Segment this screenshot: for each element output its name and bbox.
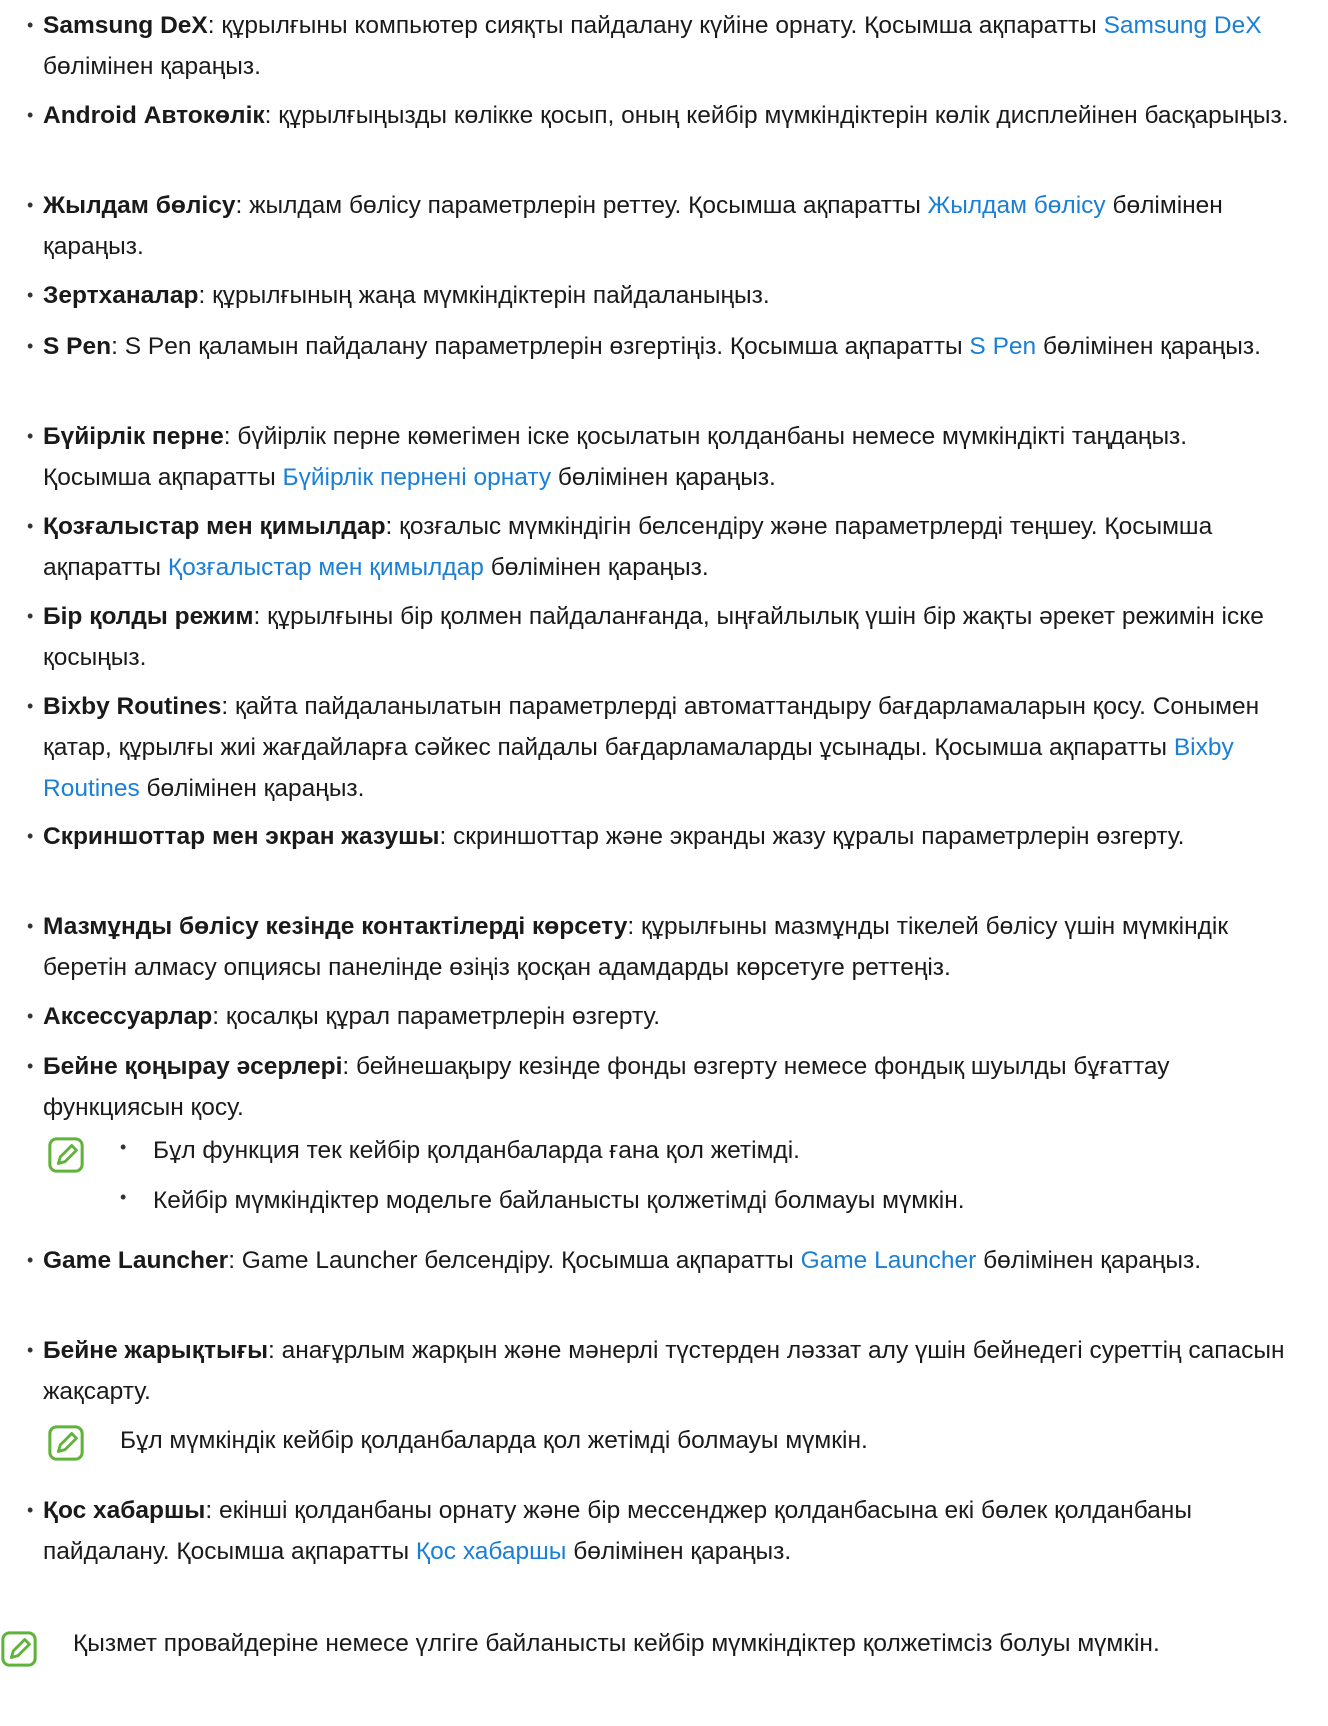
link-samsung-dex[interactable]: Samsung DeX — [1104, 12, 1262, 39]
list-item: • Game Launcher: Game Launcher белсендір… — [27, 1247, 1202, 1274]
link-s-pen[interactable]: S Pen — [969, 333, 1036, 360]
note-text: Бұл мүмкіндік кейбір қолданбаларда қол ж… — [120, 1427, 868, 1454]
list-item: • Жылдам бөлісу: жылдам бөлісу параметрл… — [27, 192, 1223, 260]
list-item: • Бір қолды режим: құрылғыны бір қолмен … — [27, 603, 1264, 671]
link-dual-messenger[interactable]: Қос хабаршы — [416, 1538, 567, 1565]
list-item: • Мазмұнды бөлісу кезінде контактілерді … — [27, 913, 1229, 981]
list-item: • Қос хабаршы: екінші қолданбаны орнату … — [27, 1497, 1192, 1565]
link-game-launcher[interactable]: Game Launcher — [801, 1247, 977, 1274]
list-item: • Бүйірлік перне: бүйірлік перне көмегім… — [27, 423, 1188, 491]
list-item: • Bixby Routines: қайта пайдаланылатын п… — [27, 693, 1260, 802]
link-side-key[interactable]: Бүйірлік пернені орнату — [283, 464, 552, 491]
list-item: • Бейне жарықтығы: анағұрлым жарқын және… — [27, 1337, 1285, 1405]
list-item: • Аксессуарлар: қосалқы құрал параметрле… — [27, 1003, 661, 1030]
list-item: • Бейне қоңырау әсерлері: бейнешақыру ке… — [27, 1053, 1170, 1121]
note-pencil-icon — [48, 1425, 84, 1461]
list-item: • Скриншоттар мен экран жазушы: скриншот… — [27, 823, 1185, 850]
link-quick-share[interactable]: Жылдам бөлісу — [928, 192, 1106, 219]
link-motions[interactable]: Қозғалыстар мен қимылдар — [168, 554, 484, 581]
list-item: • S Pen: S Pen қаламын пайдалану парамет… — [27, 333, 1261, 360]
note-text: Кейбір мүмкіндіктер модельге байланысты … — [153, 1187, 965, 1214]
list-item: • Қозғалыстар мен қимылдар: қозғалыс мүм… — [27, 513, 1213, 581]
list-item: • Зертханалар: құрылғының жаңа мүмкіндік… — [27, 282, 770, 309]
note-pencil-icon — [48, 1137, 84, 1173]
list-item: • Android Автокөлік: құрылғыңызды көлікк… — [27, 102, 1289, 129]
note-pencil-icon — [1, 1631, 37, 1667]
note-text: Бұл функция тек кейбір қолданбаларда ған… — [153, 1137, 800, 1164]
note-text: Қызмет провайдеріне немесе үлгіге байлан… — [73, 1630, 1160, 1657]
list-item: • Samsung DeX: құрылғыны компьютер сияқт… — [27, 12, 1262, 80]
